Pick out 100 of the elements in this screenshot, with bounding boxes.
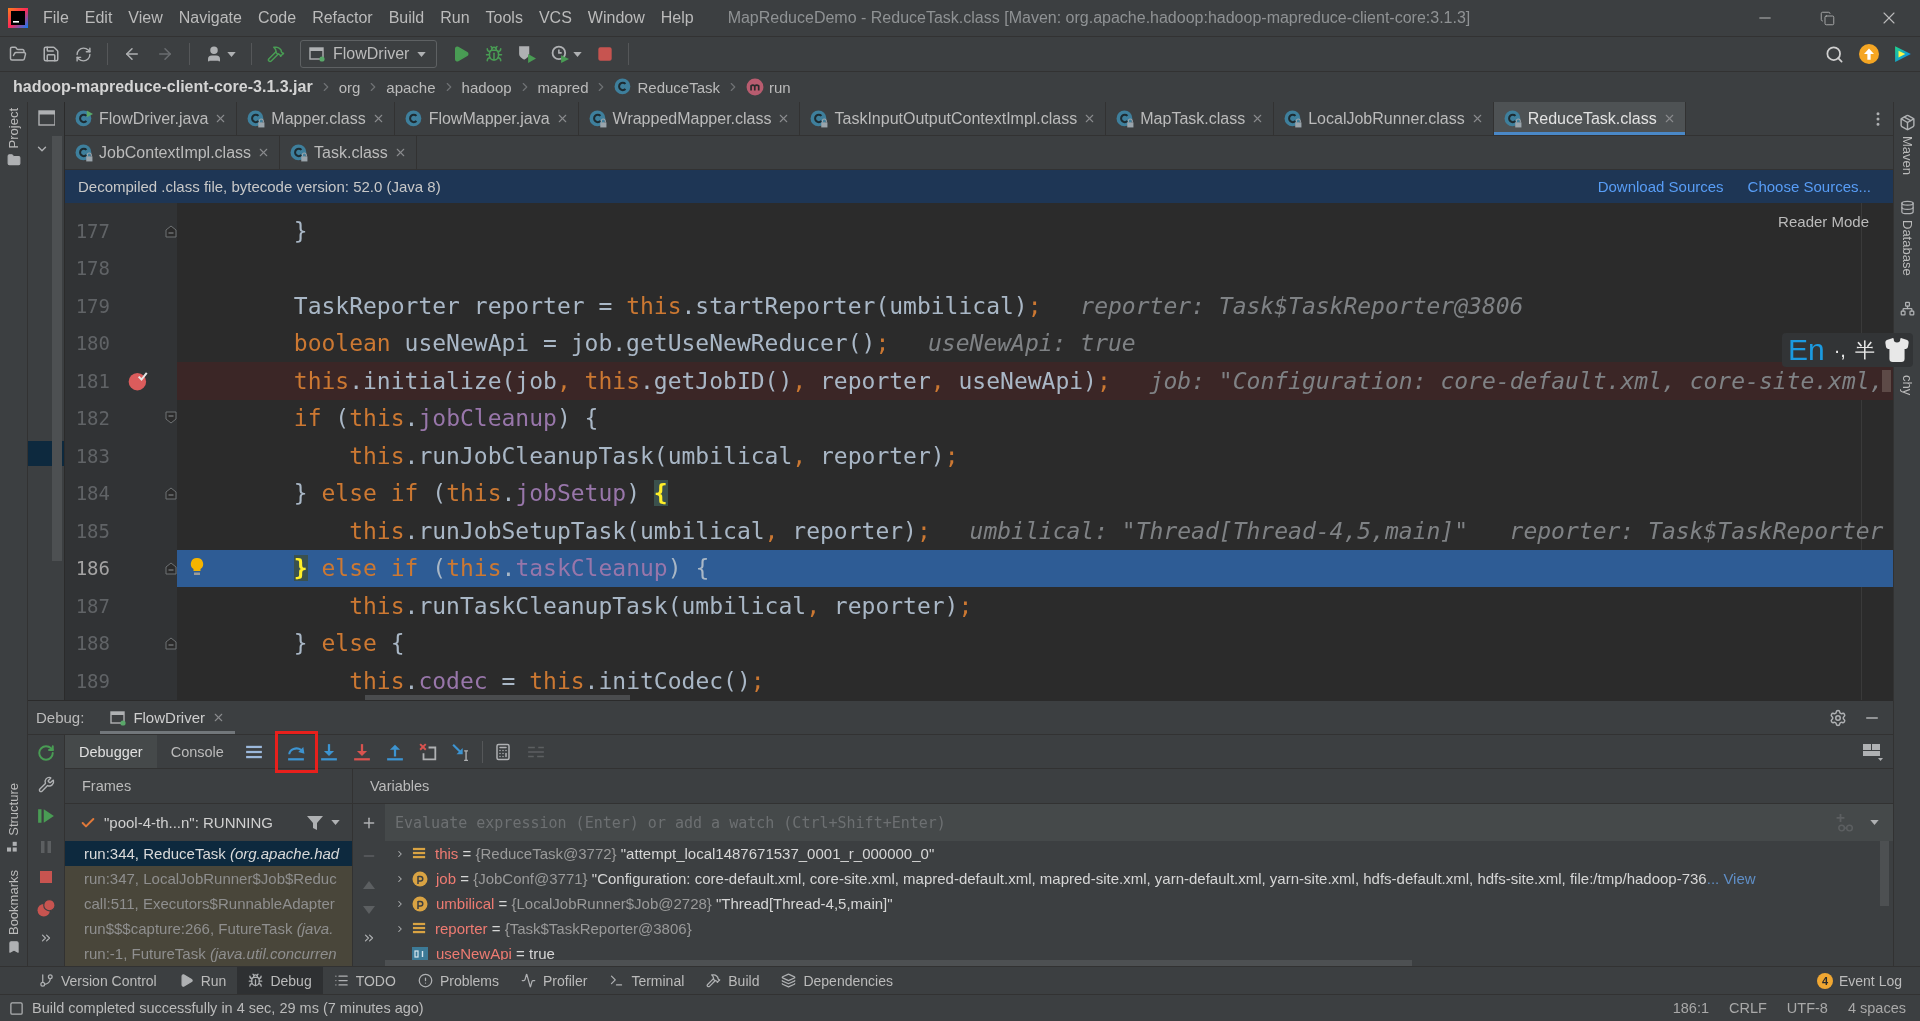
tool-window-label[interactable]: chy xyxy=(1899,374,1915,395)
reader-mode-link[interactable]: Reader Mode xyxy=(1778,213,1869,230)
breadcrumb-item[interactable]: hadoop-mapreduce-client-core-3.1.3.jar xyxy=(13,78,313,96)
editor-tab[interactable]: Task.class xyxy=(280,136,417,169)
status-indicator[interactable]: CRLF xyxy=(1729,1000,1767,1016)
more-icon[interactable] xyxy=(39,931,53,945)
shirt-icon[interactable] xyxy=(1883,337,1910,363)
editor-tab[interactable]: Mapper.class xyxy=(237,102,395,135)
fold-marker-icon[interactable] xyxy=(165,411,177,426)
ime-punctuation-label[interactable]: ·, xyxy=(1833,340,1846,360)
breadcrumb-item[interactable]: org xyxy=(338,78,361,96)
calculator-icon[interactable] xyxy=(494,742,513,761)
menu-item[interactable]: Refactor xyxy=(304,5,381,31)
wrench-icon[interactable] xyxy=(37,776,55,793)
tool-window-label[interactable]: Database xyxy=(1899,220,1915,276)
status-indicator[interactable]: UTF-8 xyxy=(1786,1000,1828,1016)
tool-window-tab[interactable]: Terminal xyxy=(598,967,696,994)
tool-window-label[interactable]: Maven xyxy=(1899,136,1915,176)
breadcrumb-item[interactable]: mapred xyxy=(537,78,589,96)
sync-icon[interactable] xyxy=(75,45,92,63)
status-indicator[interactable]: 186:1 xyxy=(1672,1000,1709,1016)
more-icon[interactable] xyxy=(362,931,376,945)
ime-width-label[interactable]: 半 xyxy=(1854,340,1875,360)
session-tab[interactable]: FlowDriver xyxy=(100,701,236,734)
menu-item[interactable]: Build xyxy=(380,5,433,31)
fold-marker-icon[interactable] xyxy=(165,561,177,576)
panel-tab[interactable]: Debugger xyxy=(65,735,157,768)
stack-frame-row[interactable]: run:347, LocalJobRunner$Job$Reduc xyxy=(65,866,352,891)
run-configuration-dropdown[interactable]: FlowDriver xyxy=(300,40,438,68)
search-icon[interactable] xyxy=(1825,44,1844,64)
editor-tab[interactable]: WrappedMapper.class xyxy=(578,102,801,135)
restore-icon[interactable] xyxy=(1819,10,1835,26)
tool-window-button[interactable]: Project xyxy=(6,108,21,168)
scrollbar-thumb[interactable] xyxy=(1882,370,1891,392)
tool-window-tab[interactable]: TODO xyxy=(322,967,407,994)
caret-icon[interactable] xyxy=(573,51,583,57)
drop-frame-icon[interactable] xyxy=(419,742,438,761)
banner-link[interactable]: Download Sources xyxy=(1597,178,1724,195)
filter-icon[interactable] xyxy=(307,814,323,831)
menu-item[interactable]: Run xyxy=(432,5,478,31)
editor-tab[interactable]: FlowMapper.java xyxy=(394,102,579,135)
fold-marker-icon[interactable] xyxy=(165,223,177,238)
ime-language-label[interactable]: En xyxy=(1788,335,1825,365)
tool-window-button[interactable]: Bookmarks xyxy=(6,869,21,954)
circles-icon[interactable] xyxy=(37,899,55,917)
back-icon[interactable] xyxy=(123,45,141,63)
shield-play-icon[interactable] xyxy=(518,45,537,63)
rerun-icon[interactable] xyxy=(37,744,55,762)
tool-window-tab[interactable]: Debug xyxy=(237,967,323,994)
panel-tab[interactable]: Console xyxy=(156,735,238,768)
event-log-button[interactable]: 4 Event Log xyxy=(1812,967,1906,994)
scrollbar[interactable] xyxy=(365,695,630,700)
breadcrumb-item[interactable]: apache xyxy=(386,78,436,96)
menu-item[interactable]: Code xyxy=(249,5,305,31)
banner-link[interactable]: Choose Sources... xyxy=(1747,178,1871,195)
hammer-icon[interactable] xyxy=(267,45,285,63)
menu-item[interactable]: View xyxy=(120,5,171,31)
breakpoint-icon[interactable] xyxy=(128,370,148,391)
hierarchy-icon[interactable] xyxy=(1899,300,1915,316)
settings-icon[interactable] xyxy=(1829,708,1847,727)
database-icon[interactable] xyxy=(1899,200,1915,216)
user-icon[interactable] xyxy=(205,45,223,63)
step-into-icon[interactable] xyxy=(320,742,339,761)
run-icon[interactable] xyxy=(452,45,471,63)
lightbulb-icon[interactable] xyxy=(189,556,205,577)
run-to-cursor-icon[interactable] xyxy=(452,742,471,761)
forward-icon[interactable] xyxy=(156,45,174,63)
status-indicator[interactable]: 4 spaces xyxy=(1847,1000,1906,1016)
add-icon[interactable] xyxy=(361,815,377,831)
stack-frame-row[interactable]: call:511, Executors$RunnableAdapter xyxy=(65,891,352,916)
save-icon[interactable] xyxy=(42,45,60,63)
force-step-into-icon[interactable] xyxy=(353,742,372,761)
clock-play-icon[interactable] xyxy=(551,45,570,63)
step-out-icon[interactable] xyxy=(386,742,405,761)
editor-tab[interactable]: MapTask.class xyxy=(1106,102,1275,135)
editor-tab[interactable]: LocalJobRunner.class xyxy=(1274,102,1494,135)
package-icon[interactable] xyxy=(1898,114,1916,131)
menu-item[interactable]: Navigate xyxy=(170,5,250,31)
scrollbar[interactable] xyxy=(385,960,1412,966)
stack-frame-row[interactable]: run:344, ReduceTask (org.apache.had xyxy=(65,841,352,866)
view-link[interactable]: ... View xyxy=(1706,870,1756,887)
thread-dropdown[interactable]: "pool-4-th...n": RUNNING xyxy=(104,814,274,831)
scrollbar[interactable] xyxy=(52,136,62,561)
tool-window-tab[interactable]: Run xyxy=(167,967,238,994)
caret-icon[interactable] xyxy=(331,820,340,825)
editor-tab[interactable]: FlowDriver.java xyxy=(65,102,238,135)
stack-frame-row[interactable]: run$$$capture:266, FutureTask (java. xyxy=(65,916,352,941)
breadcrumb-item[interactable]: ReduceTask xyxy=(614,78,720,96)
stop-icon[interactable] xyxy=(597,46,614,62)
caret-icon[interactable] xyxy=(227,51,236,57)
resume-icon[interactable] xyxy=(37,807,55,825)
editor-tab[interactable]: TaskInputOutputContextImpl.class xyxy=(800,102,1107,135)
tool-window-tab[interactable]: Problems xyxy=(406,967,510,994)
panel-icon[interactable] xyxy=(37,110,55,126)
editor-tab[interactable]: JobContextImpl.class xyxy=(65,136,281,169)
editor-tab[interactable]: ReduceTask.class xyxy=(1493,102,1686,135)
menu-item[interactable]: Edit xyxy=(76,5,121,31)
layout-icon[interactable] xyxy=(1863,742,1883,761)
stack-frame-row[interactable]: run:-1, FutureTask (java.util.concurren xyxy=(65,941,352,966)
menu-item[interactable]: Window xyxy=(579,5,653,31)
